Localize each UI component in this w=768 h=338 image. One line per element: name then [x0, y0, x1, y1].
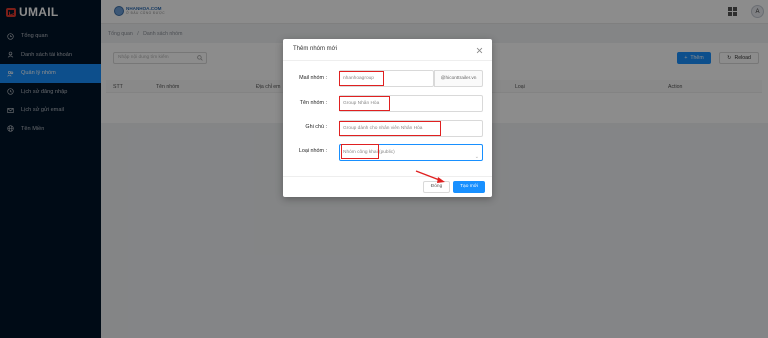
- note-value: Group dành cho nhân viên Nhân Hòa: [343, 126, 423, 131]
- note-input[interactable]: Group dành cho nhân viên Nhân Hòa: [339, 120, 483, 137]
- group-type-select[interactable]: Nhóm công khai (public) ⌄: [339, 144, 483, 161]
- close-icon[interactable]: [476, 47, 483, 54]
- mail-value: nhanhoagroup: [343, 76, 374, 81]
- name-value: Group Nhân Hòa: [343, 101, 380, 106]
- mail-label: Mail nhóm :: [299, 75, 327, 81]
- mail-input[interactable]: nhanhoagroup: [339, 70, 434, 87]
- add-group-modal: Thêm nhóm mới Mail nhóm : nhanhoagroup @…: [283, 39, 492, 197]
- modal-title: Thêm nhóm mới: [293, 46, 337, 52]
- arrow-annotation-icon: [415, 170, 445, 183]
- name-label: Tên nhóm :: [299, 100, 327, 106]
- modal-header: Thêm nhóm mới: [283, 39, 492, 61]
- name-input[interactable]: Group Nhân Hòa: [339, 95, 483, 112]
- chevron-down-icon: ⌄: [474, 154, 479, 160]
- create-button[interactable]: Tạo mới: [453, 181, 485, 193]
- mail-domain-addon: @hiconttrailer.vn: [434, 70, 483, 87]
- type-value: Nhóm công khai (public): [343, 150, 395, 155]
- modal-footer: Đóng Tạo mới: [283, 176, 492, 197]
- type-label: Loại nhóm :: [298, 148, 327, 154]
- note-label: Ghi chú :: [305, 124, 327, 130]
